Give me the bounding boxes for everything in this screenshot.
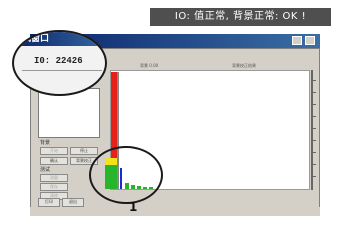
- divider: [22, 70, 102, 71]
- result-listbox[interactable]: [38, 88, 100, 138]
- stop-button[interactable]: 停止: [70, 147, 98, 155]
- measure-button[interactable]: 测量: [40, 174, 68, 182]
- y-tick: [313, 104, 316, 105]
- save-button[interactable]: 保存: [40, 183, 68, 191]
- status-banner: IO: 值正常, 背景正常: OK !: [150, 8, 331, 26]
- callout-marker: 1: [129, 200, 138, 214]
- magnifier-callout: 试窗口 I0: 22426: [12, 30, 107, 96]
- y-tick: [313, 128, 316, 129]
- y-tick: [313, 116, 316, 117]
- y-tick: [313, 140, 316, 141]
- y-axis: [311, 70, 313, 190]
- minimize-button[interactable]: [292, 36, 302, 45]
- y-tick: [313, 176, 316, 177]
- group-label-background: 背景: [40, 140, 51, 146]
- exit-button[interactable]: 退出: [62, 198, 84, 207]
- plot-right-label: 背景校正结果: [232, 63, 256, 68]
- group-label-test: 测试: [40, 167, 51, 173]
- y-tick: [313, 164, 316, 165]
- plot-left-label: 背景 0.00: [140, 63, 159, 68]
- y-tick: [313, 92, 316, 93]
- histogram-highlight-circle: [89, 146, 163, 204]
- status-bar: [30, 207, 320, 216]
- close-button[interactable]: [305, 36, 315, 45]
- y-tick: [313, 152, 316, 153]
- y-tick: [313, 80, 316, 81]
- start-button[interactable]: 开始: [40, 147, 68, 155]
- id-readout: I0: 22426: [34, 56, 83, 66]
- confirm-button[interactable]: 确认: [40, 157, 68, 165]
- window-title: 试窗口: [16, 32, 105, 46]
- print-button[interactable]: 打印: [38, 198, 60, 207]
